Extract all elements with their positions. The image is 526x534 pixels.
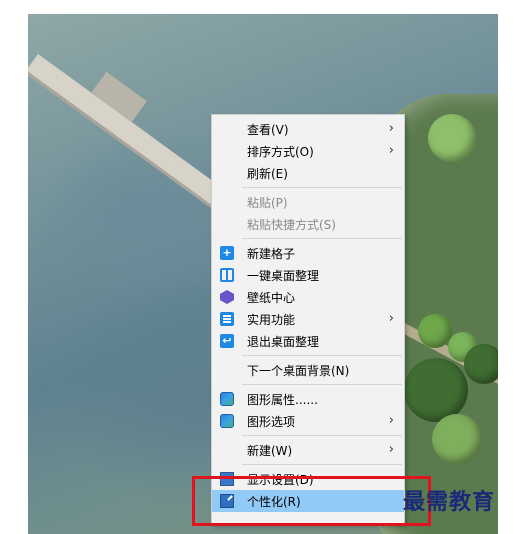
chevron-right-icon: › (388, 121, 394, 136)
menu-separator (242, 238, 402, 239)
menu-item-tidy-desktop[interactable]: 一键桌面整理 (212, 264, 404, 286)
watermark: 最需教育 (403, 489, 496, 515)
menu-item-label: 壁纸中心 (247, 290, 296, 305)
menu-item-label: 新建(W) (247, 443, 293, 458)
menu-item-sort-by[interactable]: 排序方式(O) › (212, 140, 404, 162)
menu-separator (242, 464, 402, 465)
menu-item-label: 退出桌面整理 (247, 334, 320, 349)
menu-item-refresh[interactable]: 刷新(E) (212, 162, 404, 184)
menu-separator (242, 355, 402, 356)
chevron-right-icon: › (388, 311, 394, 326)
wallpaper-tree (418, 314, 452, 348)
menu-item-exit-tidy[interactable]: ↩ 退出桌面整理 (212, 330, 404, 352)
wallpaper-bridge (28, 54, 241, 220)
wallpaper-tree (404, 358, 468, 422)
chevron-right-icon: › (388, 143, 394, 158)
menu-item-label: 粘贴快捷方式(S) (247, 217, 336, 232)
chevron-right-icon: › (388, 413, 394, 428)
plus-icon: + (220, 246, 234, 260)
menu-item-label: 图形选项 (247, 414, 296, 429)
graphics-icon (220, 392, 234, 406)
menu-item-graphics-options[interactable]: 图形选项 › (212, 410, 404, 432)
menu-item-new[interactable]: 新建(W) › (212, 439, 404, 461)
menu-item-utilities[interactable]: 实用功能 › (212, 308, 404, 330)
annotation-highlight-box (192, 476, 431, 526)
wallpaper-icon (220, 290, 234, 304)
menu-item-label: 新建格子 (247, 246, 296, 261)
menu-item-label: 实用功能 (247, 312, 296, 327)
menu-separator (242, 384, 402, 385)
menu-item-new-fence[interactable]: + 新建格子 (212, 242, 404, 264)
chevron-right-icon: › (388, 442, 394, 457)
desktop-context-menu: 查看(V) › 排序方式(O) › 刷新(E) 粘贴(P) 粘贴快捷方式(S) … (211, 114, 405, 525)
desktop-tidy-icon (220, 268, 234, 282)
menu-item-label: 图形属性...... (247, 392, 318, 407)
menu-item-label: 粘贴(P) (247, 195, 288, 210)
menu-item-paste[interactable]: 粘贴(P) (212, 191, 404, 213)
menu-item-wallpaper-center[interactable]: 壁纸中心 (212, 286, 404, 308)
menu-separator (242, 435, 402, 436)
menu-item-label: 一键桌面整理 (247, 268, 320, 283)
tools-icon (220, 312, 234, 326)
menu-item-graphics-properties[interactable]: 图形属性...... (212, 388, 404, 410)
wallpaper-tree (428, 114, 476, 162)
menu-item-label: 刷新(E) (247, 166, 288, 181)
menu-item-label: 下一个桌面背景(N) (247, 363, 350, 378)
graphics-icon (220, 414, 234, 428)
exit-icon: ↩ (220, 334, 234, 348)
menu-separator (242, 187, 402, 188)
menu-item-view[interactable]: 查看(V) › (212, 118, 404, 140)
menu-item-label: 排序方式(O) (247, 144, 314, 159)
wallpaper-tree (464, 344, 498, 384)
menu-item-paste-shortcut[interactable]: 粘贴快捷方式(S) (212, 213, 404, 235)
menu-item-label: 查看(V) (247, 122, 289, 137)
wallpaper-tree (432, 414, 482, 464)
menu-item-next-background[interactable]: 下一个桌面背景(N) (212, 359, 404, 381)
